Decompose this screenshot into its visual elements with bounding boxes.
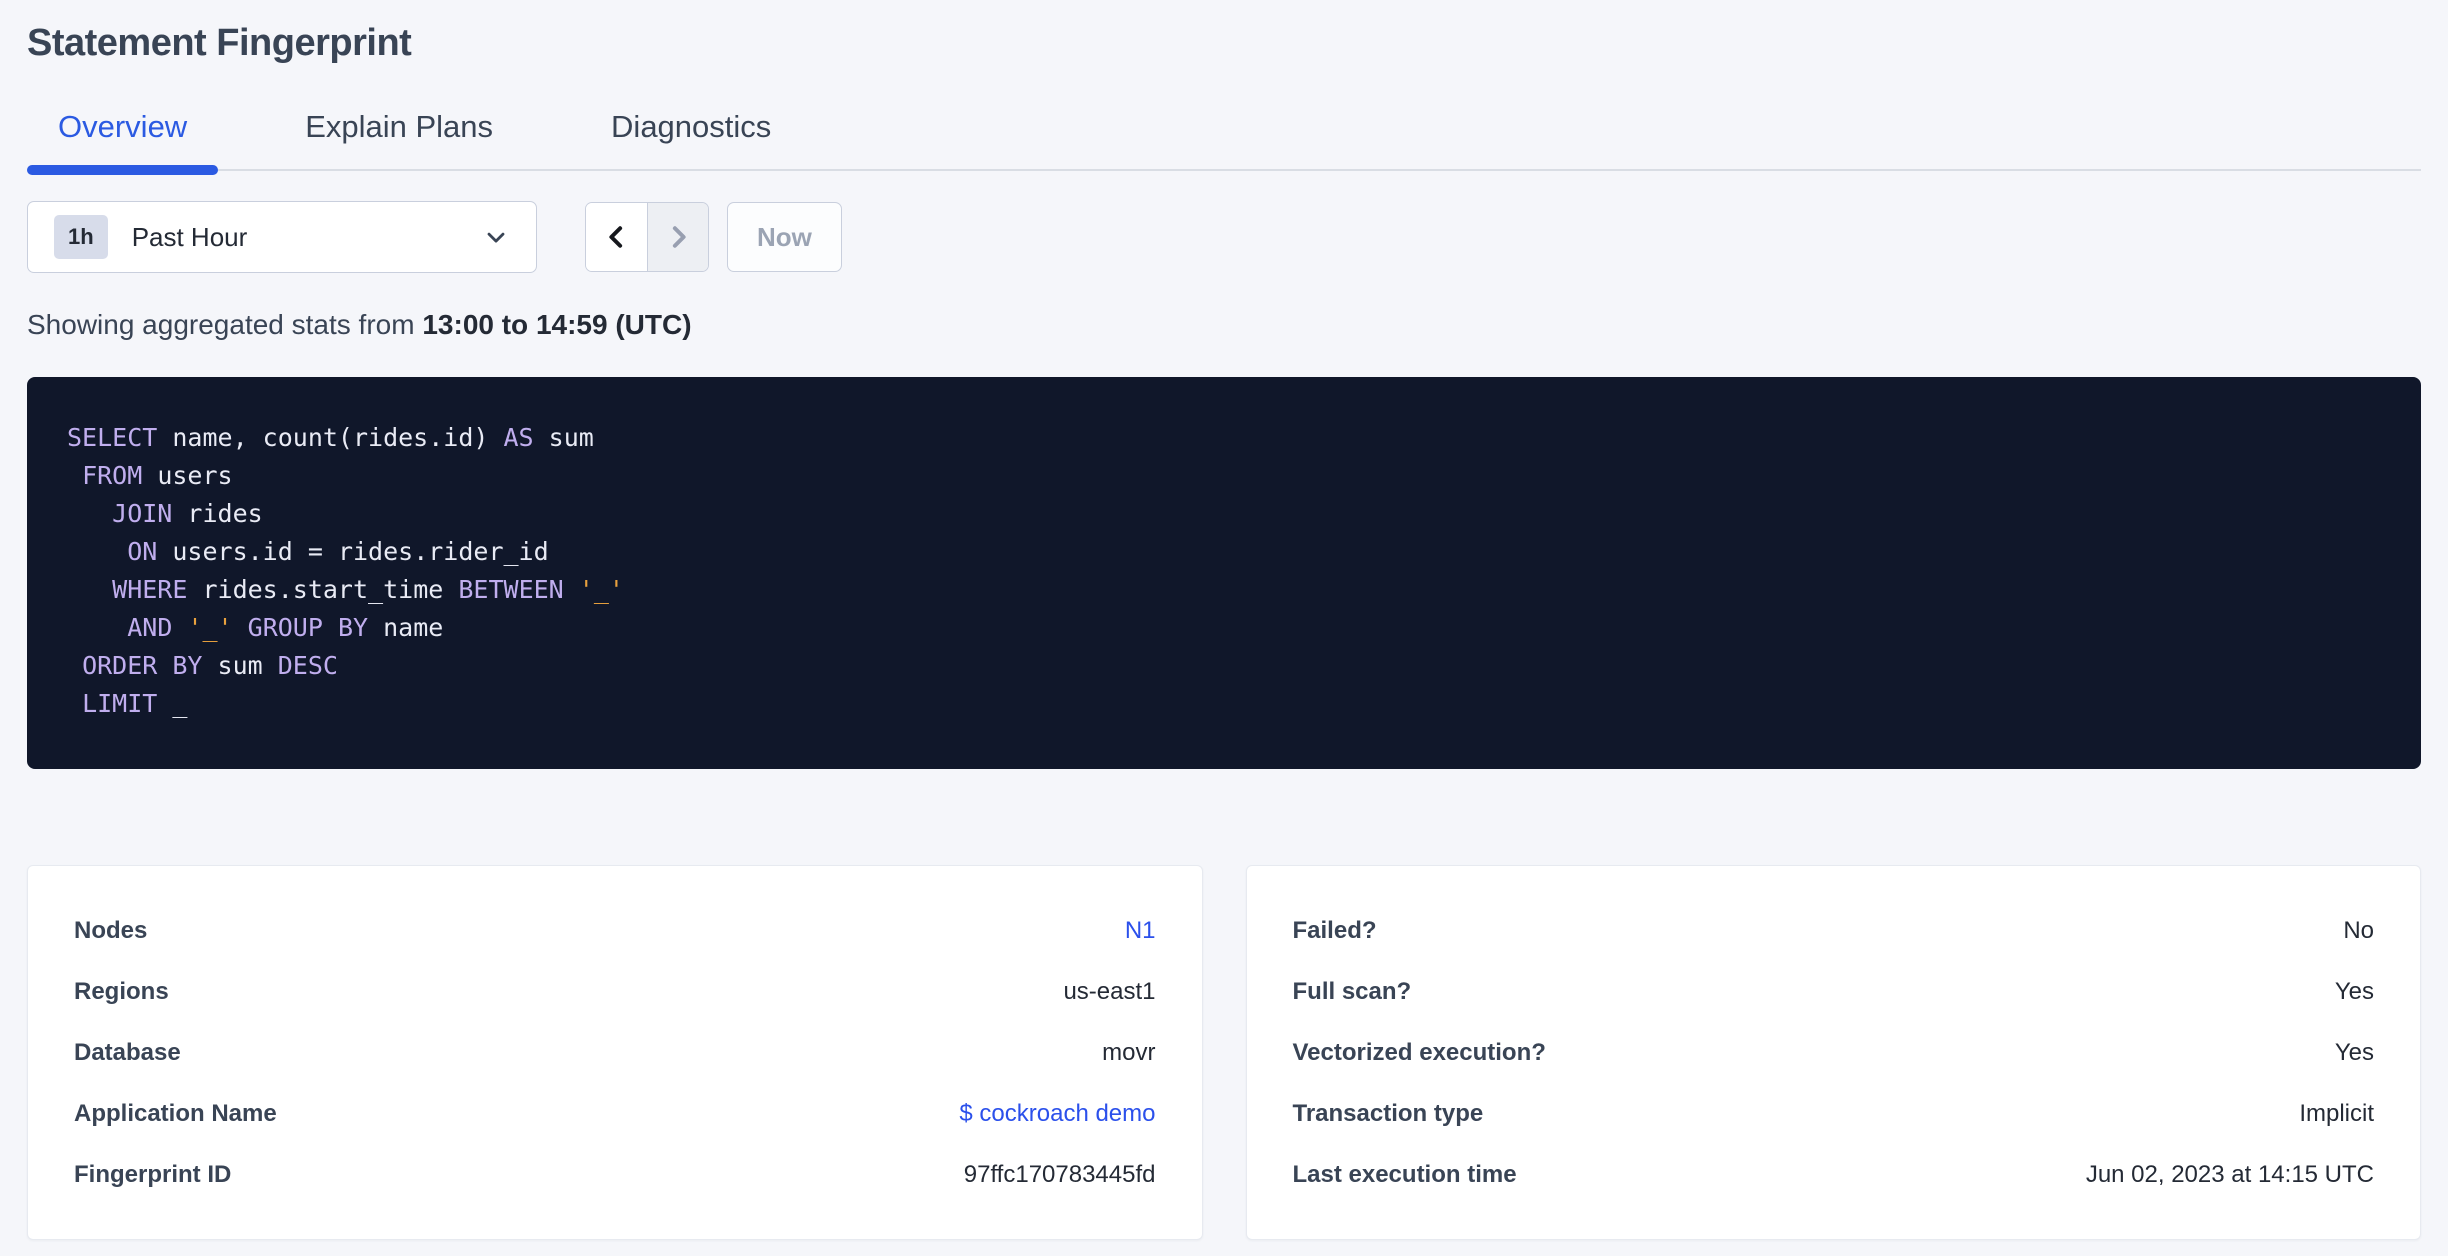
- summary-label-nodes: Nodes: [74, 916, 148, 944]
- aggregated-stats-summary: Showing aggregated stats from 13:00 to 1…: [27, 309, 2421, 341]
- time-range-badge: 1h: [54, 215, 108, 259]
- summary-value-vectorized-execution: Yes: [2334, 1038, 2374, 1066]
- tab-bar: Overview Explain Plans Diagnostics: [27, 109, 2421, 175]
- summary-row-fingerprint-id: Fingerprint ID 97ffc170783445fd: [74, 1144, 1156, 1205]
- sql-line: ON users.id = rides.rider_id: [127, 537, 549, 566]
- chevron-down-icon: [487, 232, 505, 243]
- sql-line: AND '_' GROUP BY name: [127, 613, 444, 642]
- stats-range: 13:00 to 14:59 (UTC): [422, 309, 692, 340]
- summary-row-nodes: Nodes N1: [74, 900, 1156, 961]
- summary-label-last-execution-time: Last execution time: [1292, 1160, 1517, 1188]
- time-range-select[interactable]: 1h Past Hour: [27, 201, 537, 273]
- summary-value-nodes-link[interactable]: N1: [1125, 917, 1156, 945]
- page-title: Statement Fingerprint: [27, 22, 412, 64]
- summary-value-regions: us-east1: [1063, 977, 1156, 1005]
- prev-interval-button[interactable]: [586, 203, 647, 271]
- summary-row-regions: Regions us-east1: [74, 961, 1156, 1022]
- sql-line: ORDER BY sum DESC: [82, 651, 338, 680]
- interval-button-group: [585, 202, 709, 272]
- summary-value-transaction-type: Implicit: [2299, 1099, 2374, 1127]
- sql-line: LIMIT _: [82, 689, 188, 718]
- summary-cards: Nodes N1 Regions us-east1 Database movr Applic…: [27, 865, 2421, 1240]
- stats-prefix: Showing aggregated stats from: [27, 309, 423, 340]
- tab-diagnostics[interactable]: Diagnostics: [580, 109, 802, 169]
- summary-label-regions: Regions: [74, 977, 169, 1005]
- summary-card-left: Nodes N1 Regions us-east1 Database movr Applic…: [27, 865, 1203, 1240]
- summary-row-failed: Failed? No: [1293, 900, 2375, 961]
- summary-row-last-execution-time: Last execution time Jun 02, 2023 at 14:15…: [1293, 1144, 2375, 1205]
- summary-label-database: Database: [74, 1038, 181, 1066]
- summary-label-fingerprint-id: Fingerprint ID: [74, 1160, 232, 1188]
- time-range-label: Past Hour: [131, 221, 248, 252]
- summary-value-fingerprint-id: 97ffc170783445fd: [963, 1160, 1156, 1188]
- summary-row-application-name: Application Name $ cockroach demo: [74, 1083, 1156, 1144]
- sql-line: FROM users: [82, 461, 233, 490]
- summary-value-last-execution-time: Jun 02, 2023 at 14:15 UTC: [2085, 1160, 2374, 1188]
- summary-label-failed: Failed?: [1292, 916, 1377, 944]
- sql-line: WHERE rides.start_time BETWEEN '_': [112, 575, 624, 604]
- sql-statement-box: SELECT name, count(rides.id) AS sum FROM…: [27, 377, 2421, 769]
- time-controls: 1h Past Hour Now: [27, 201, 2421, 273]
- summary-row-vectorized-execution: Vectorized execution? Yes: [1293, 1022, 2375, 1083]
- chevron-right-icon: [672, 226, 686, 248]
- summary-label-application-name: Application Name: [74, 1099, 277, 1127]
- summary-row-full-scan: Full scan? Yes: [1293, 961, 2375, 1022]
- summary-label-transaction-type: Transaction type: [1292, 1099, 1484, 1127]
- sql-line: JOIN rides: [112, 499, 263, 528]
- chevron-left-icon: [608, 226, 622, 248]
- next-interval-button[interactable]: [647, 203, 708, 271]
- summary-card-right: Failed? No Full scan? Yes Vectorized executi…: [1245, 865, 2421, 1240]
- tab-explain-plans[interactable]: Explain Plans: [274, 109, 524, 169]
- summary-value-full-scan: Yes: [2334, 977, 2374, 1005]
- summary-label-full-scan: Full scan?: [1292, 977, 1412, 1005]
- summary-label-vectorized-execution: Vectorized execution?: [1292, 1038, 1546, 1066]
- summary-value-application-name-link[interactable]: $ cockroach demo: [959, 1100, 1155, 1128]
- summary-row-transaction-type: Transaction type Implicit: [1293, 1083, 2375, 1144]
- now-button[interactable]: Now: [727, 202, 842, 272]
- summary-value-failed: No: [2343, 916, 2374, 944]
- summary-value-database: movr: [1102, 1038, 1156, 1066]
- tab-overview[interactable]: Overview: [27, 109, 219, 175]
- summary-row-database: Database movr: [74, 1022, 1156, 1083]
- sql-line: SELECT name, count(rides.id) AS sum: [67, 423, 594, 452]
